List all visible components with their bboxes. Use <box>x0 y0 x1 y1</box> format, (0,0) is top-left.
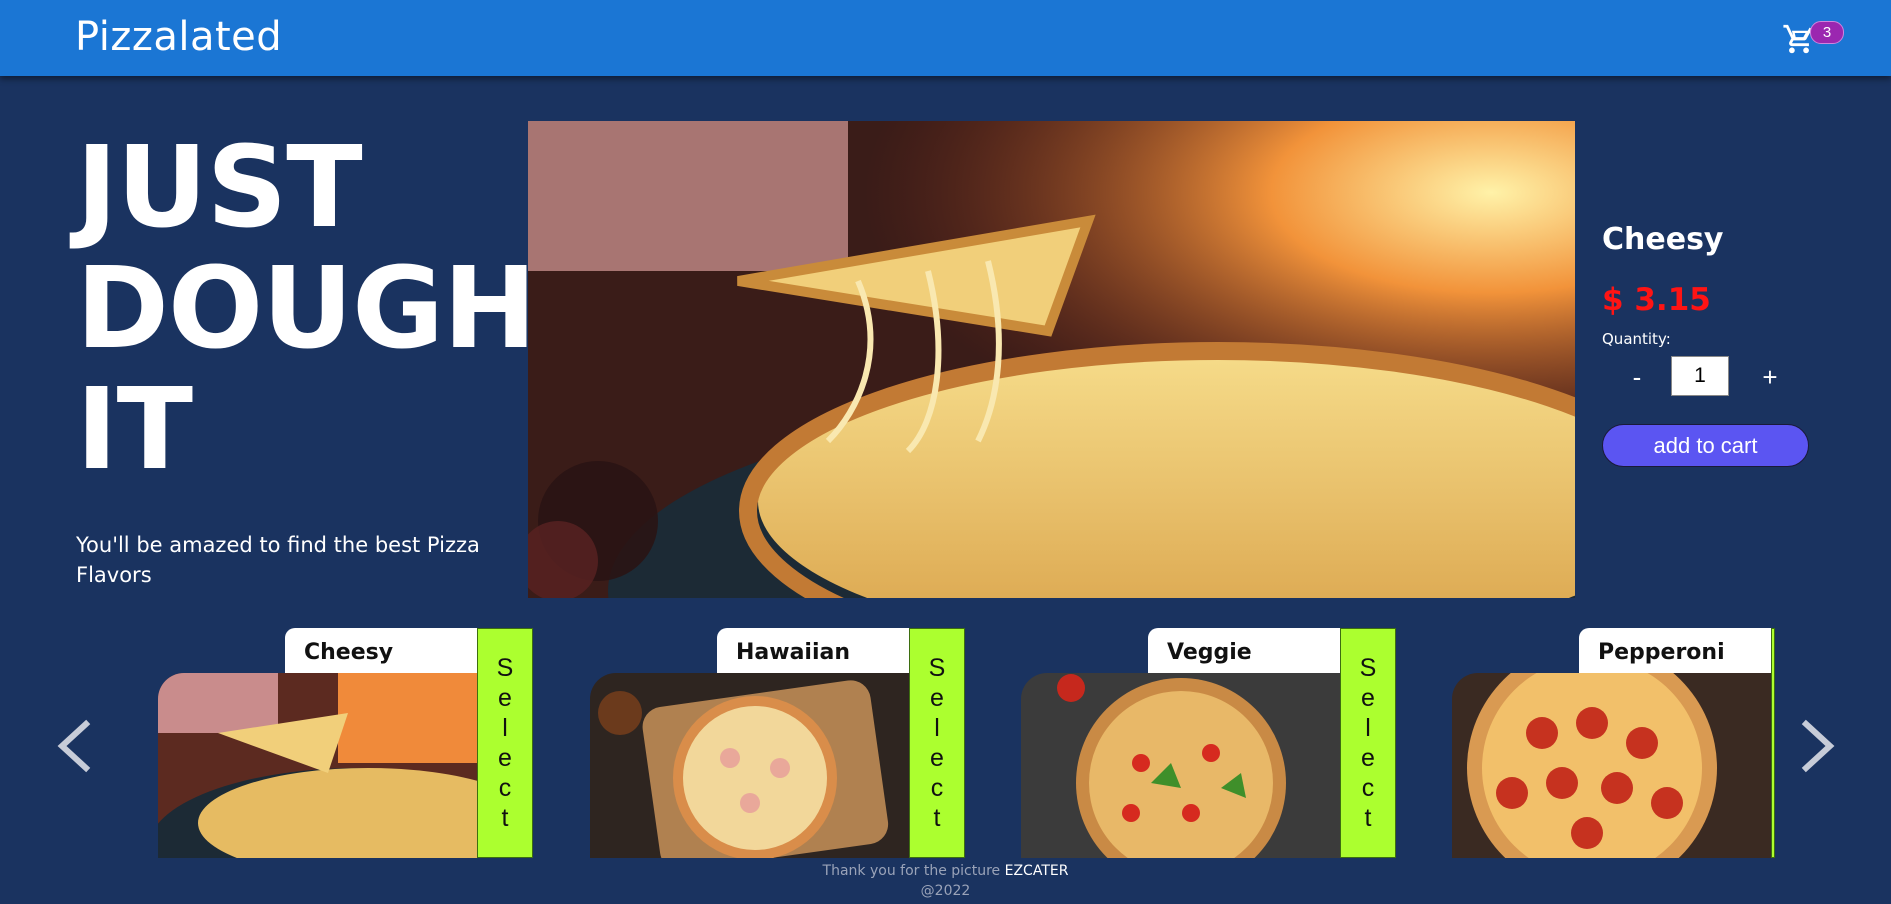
hero-title-line: DOUGH <box>76 244 537 374</box>
quantity-input[interactable] <box>1671 356 1729 396</box>
select-veggie-button[interactable]: Select <box>1340 628 1396 858</box>
hawaiian-pizza-image <box>590 673 909 858</box>
product-detail-panel: Cheesy $ 3.15 Quantity: - + add to cart <box>1602 220 1862 467</box>
select-letter: l <box>934 714 940 742</box>
footer-year: @2022 <box>920 883 971 899</box>
hero-title: JUST DOUGH IT <box>76 123 537 495</box>
select-letter: e <box>1361 744 1375 772</box>
select-letter: l <box>1365 714 1371 742</box>
cart-count-badge: 3 <box>1810 21 1844 44</box>
quantity-label: Quantity: <box>1602 330 1671 348</box>
select-hawaiian-button[interactable]: Select <box>909 628 965 858</box>
select-letter: e <box>498 684 512 712</box>
select-letter: e <box>498 744 512 772</box>
select-letter: t <box>933 804 941 832</box>
cheesy-pizza-image <box>158 673 477 858</box>
select-letter: t <box>501 804 509 832</box>
select-letter: t <box>1364 804 1372 832</box>
cart-button[interactable]: 3 <box>1782 18 1844 60</box>
pepperoni-pizza-image <box>1452 673 1771 858</box>
quantity-stepper: - + <box>1602 356 1862 406</box>
select-letter: S <box>496 654 514 682</box>
hero-subtitle: You'll be amazed to find the best Pizza … <box>76 533 480 587</box>
hero-title-line: IT <box>76 365 193 495</box>
hero-title-line: JUST <box>76 123 363 253</box>
hero-pizza-image <box>528 121 1575 598</box>
footer: Thank you for the picture EZCATER @2022 <box>0 861 1891 901</box>
pizza-card-pepperoni: Pepperoni <box>1452 628 1827 858</box>
top-app-bar: Pizzalated 3 <box>0 0 1891 76</box>
brand-title[interactable]: Pizzalated <box>75 14 282 60</box>
pizza-card-hawaiian: Hawaiian Select <box>590 628 965 858</box>
footer-credit-text: Thank you for the picture <box>822 863 1001 879</box>
select-cheesy-button[interactable]: Select <box>477 628 533 858</box>
chevron-left-icon <box>57 719 91 773</box>
pizza-card-veggie: Veggie Select <box>1021 628 1396 858</box>
carousel-prev-button[interactable] <box>52 718 96 774</box>
select-pepperoni-button[interactable] <box>1771 628 1775 858</box>
select-letter: e <box>930 684 944 712</box>
select-letter: l <box>502 714 508 742</box>
select-letter: c <box>498 774 512 802</box>
pizza-card-name: Veggie <box>1148 628 1340 673</box>
select-letter: e <box>930 744 944 772</box>
pizza-card-name: Cheesy <box>285 628 477 673</box>
select-letter: c <box>930 774 944 802</box>
select-letter: S <box>1359 654 1377 682</box>
select-letter: e <box>1361 684 1375 712</box>
pizza-card-cheesy: Cheesy Select <box>158 628 533 858</box>
pizza-card-name: Hawaiian <box>717 628 909 673</box>
footer-credit-link[interactable]: EZCATER <box>1005 863 1069 879</box>
footer-credit: Thank you for the picture EZCATER <box>0 861 1891 881</box>
add-to-cart-button[interactable]: add to cart <box>1602 424 1809 467</box>
select-letter: S <box>928 654 946 682</box>
select-letter: c <box>1361 774 1375 802</box>
veggie-pizza-image <box>1021 673 1340 858</box>
increase-quantity-button[interactable]: + <box>1755 362 1785 392</box>
product-name: Cheesy <box>1602 222 1724 257</box>
decrease-quantity-button[interactable]: - <box>1622 362 1652 392</box>
product-price: $ 3.15 <box>1602 282 1711 318</box>
pizza-card-name: Pepperoni <box>1579 628 1771 673</box>
